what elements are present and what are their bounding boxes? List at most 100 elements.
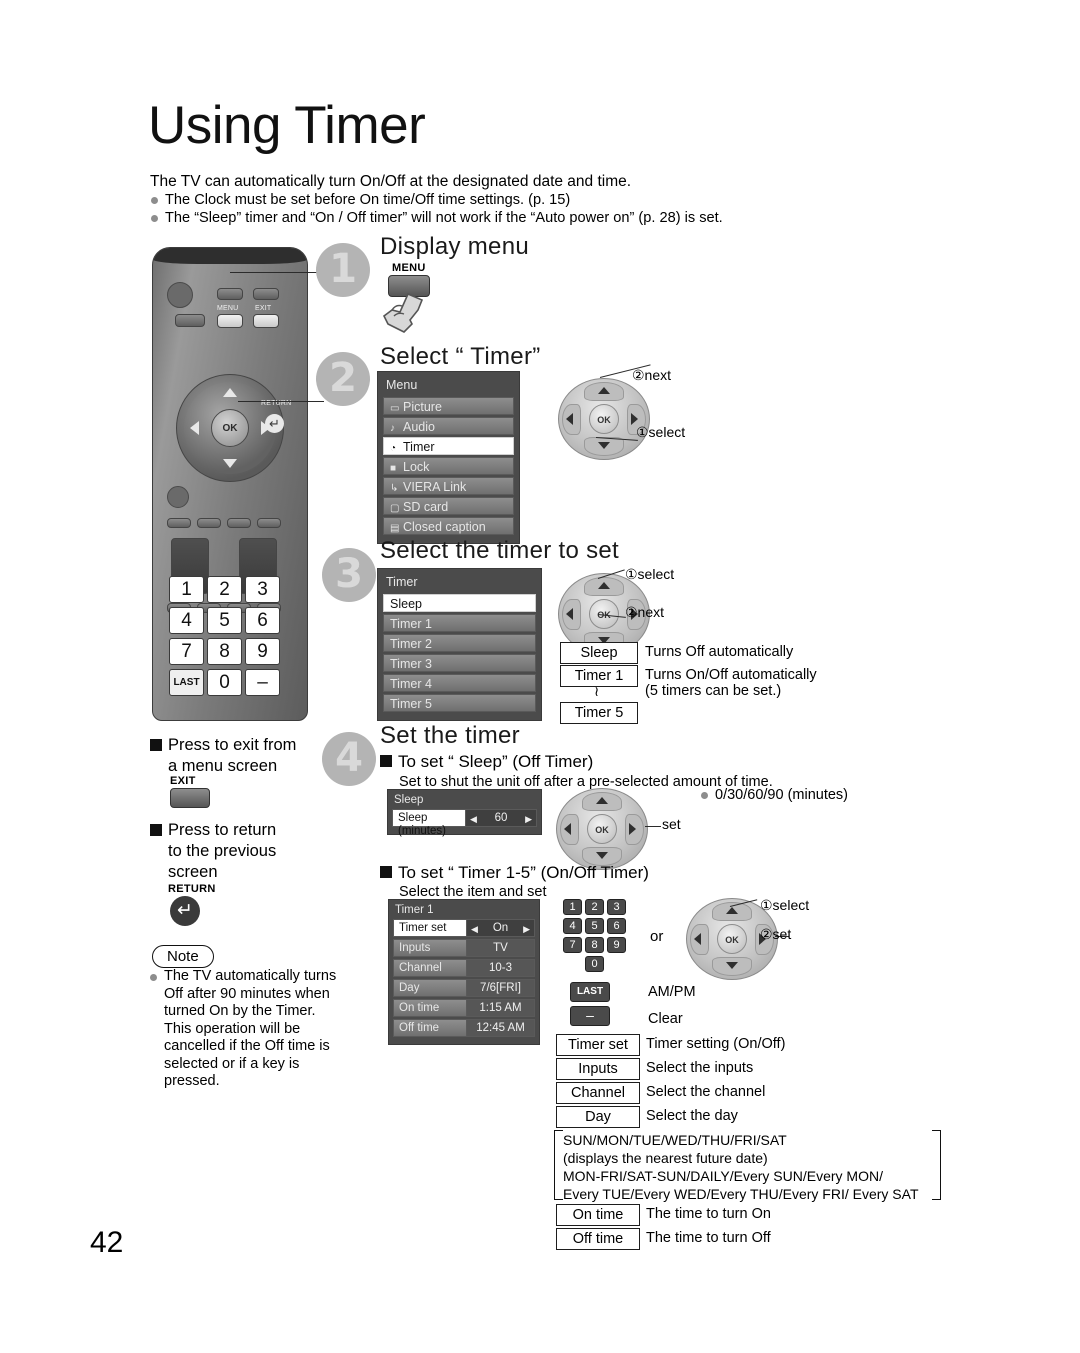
timer-clock-icon: ◔ xyxy=(390,443,397,454)
timer-item-timer-4[interactable]: Timer 4 xyxy=(383,674,536,692)
menu-item-label: Timer xyxy=(403,440,435,454)
remote-ok-button: OK xyxy=(211,409,249,447)
menu-item-label: Audio xyxy=(403,420,435,434)
return-instruction: Press to return to the previous screen xyxy=(150,820,340,883)
step1-callout-line xyxy=(230,272,325,273)
navpad-left-arrow-icon xyxy=(566,608,573,620)
or-label: or xyxy=(650,928,664,945)
step4-sub1-title: To set “ Sleep” (Off Timer) xyxy=(380,751,593,772)
mini-keypad: 1 2 3 4 5 6 7 8 9 0 xyxy=(563,899,629,975)
row-value: 7/6[FRI] xyxy=(467,979,535,997)
sleep-osd-panel: Sleep Sleep (minutes) ◀ 60 ▶ xyxy=(387,789,542,837)
row-key: Inputs xyxy=(393,939,467,957)
note-label: Note xyxy=(152,945,214,968)
menu-item-timer[interactable]: ◔ Timer xyxy=(383,437,514,455)
day-options-left-bracket xyxy=(554,1130,563,1200)
keypad-key: 1 xyxy=(169,576,204,603)
remote-menu-button xyxy=(217,314,243,328)
step-1-title: Display menu xyxy=(380,233,529,260)
mini-key: 2 xyxy=(585,899,604,915)
keypad-key: 7 xyxy=(169,638,204,665)
timer-osd-title: Timer xyxy=(386,575,418,589)
timer1-row-timer-set[interactable]: Timer set ◀ On ▶ xyxy=(393,919,535,937)
menu-item-closed-caption[interactable]: ▤ Closed caption xyxy=(383,517,514,535)
legend-desc-channel: Select the channel xyxy=(646,1084,766,1100)
return-instruction-line-3: screen xyxy=(168,863,218,881)
intro-block: The TV can automatically turn On/Off at … xyxy=(150,172,910,227)
sleep-osd-title: Sleep xyxy=(394,794,424,806)
row-value-cell[interactable]: ◀ On ▶ xyxy=(467,919,535,937)
remote-down-arrow-icon xyxy=(223,459,237,468)
legend-desc-timer-set: Timer setting (On/Off) xyxy=(646,1036,786,1052)
legend-key-day: Day xyxy=(556,1106,640,1128)
navpad-up-arrow-icon xyxy=(598,387,610,394)
left-arrow-icon: ◀ xyxy=(470,814,477,824)
remote-return-button: ↵ xyxy=(265,414,284,433)
sd-card-icon: ▢ xyxy=(390,503,400,514)
exit-instruction: Press to exit from a menu screen xyxy=(150,735,340,777)
mini-key: 5 xyxy=(585,918,604,934)
mini-keypad-row: 4 5 6 xyxy=(563,918,629,937)
intro-bullet-2: The “Sleep” timer and “On / Off timer” w… xyxy=(150,209,910,227)
remote-round-button xyxy=(167,486,189,508)
menu-item-viera-link[interactable]: ↳ VIERA Link xyxy=(383,477,514,495)
navpad-right-arrow-icon xyxy=(629,823,636,835)
row-value: 1:15 AM xyxy=(467,999,535,1017)
navpad-left-arrow-icon xyxy=(566,413,573,425)
menu-item-audio[interactable]: ♪ Audio xyxy=(383,417,514,435)
left-arrow-icon: ◀ xyxy=(471,924,478,934)
timer1-row-inputs[interactable]: Inputs TV xyxy=(393,939,535,957)
page-title: Using Timer xyxy=(148,96,426,155)
exit-key-graphic xyxy=(170,788,210,808)
step2-callout-line xyxy=(238,401,324,402)
legend-desc-day: Select the day xyxy=(646,1108,738,1124)
row-key: Day xyxy=(393,979,467,997)
sleep-minutes-value-cell[interactable]: ◀ 60 ▶ xyxy=(466,809,537,827)
picture-icon: ▭ xyxy=(390,403,400,414)
keypad-key: 6 xyxy=(245,607,280,634)
timer1-row-on-time[interactable]: On time 1:15 AM xyxy=(393,999,535,1017)
exit-instruction-line-2: a menu screen xyxy=(168,757,278,775)
navpad-down-arrow-icon xyxy=(598,442,610,449)
legend-tilde: ≀ xyxy=(594,683,600,699)
step3-select-label: ①select xyxy=(625,566,675,582)
menu-item-sd-card[interactable]: ▢ SD card xyxy=(383,497,514,515)
remote-color-button-1 xyxy=(167,518,191,528)
sleep-minutes-row[interactable]: Sleep (minutes) ◀ 60 ▶ xyxy=(392,809,537,837)
sleep-set-leader xyxy=(645,826,661,827)
timer-item-timer-2[interactable]: Timer 2 xyxy=(383,634,536,652)
step-3-title: Select the timer to set xyxy=(380,537,620,564)
return-key-caption: RETURN xyxy=(168,883,216,895)
remote-aux-button xyxy=(175,314,205,327)
mini-key: 4 xyxy=(563,918,582,934)
step-3-badge: 3 xyxy=(322,548,376,602)
remote-menu-upper-button xyxy=(217,288,243,300)
timer-item-timer-1[interactable]: Timer 1 xyxy=(383,614,536,632)
timer-item-sleep[interactable]: Sleep xyxy=(383,594,536,612)
keypad-row: 1 2 3 xyxy=(169,576,295,607)
timer1-row-channel[interactable]: Channel 10-3 xyxy=(393,959,535,977)
exit-instruction-line-1: Press to exit from xyxy=(168,736,297,754)
timer-item-timer-3[interactable]: Timer 3 xyxy=(383,654,536,672)
keypad-key: 0 xyxy=(207,669,242,696)
sleep-minutes-value: 60 xyxy=(494,812,508,824)
row-value: TV xyxy=(467,939,535,957)
timer1-row-day[interactable]: Day 7/6[FRI] xyxy=(393,979,535,997)
step4-sub2-desc: Select the item and set xyxy=(399,884,547,900)
remote-control-illustration: MENU EXIT OK RETURN ↵ 1 2 3 4 5 6 7 8 9 … xyxy=(152,247,308,721)
manual-page: Using Timer The TV can automatically tur… xyxy=(0,0,1080,1353)
row-value: 10-3 xyxy=(467,959,535,977)
navpad-left-arrow-icon xyxy=(564,823,571,835)
step2-next-label: ②next xyxy=(632,367,672,383)
menu-item-picture[interactable]: ▭ Picture xyxy=(383,397,514,415)
menu-item-label: SD card xyxy=(403,500,449,514)
navpad-sleep: OK xyxy=(556,788,648,870)
step2-select-label: ①select xyxy=(636,424,686,440)
timer1-row-off-time[interactable]: Off time 12:45 AM xyxy=(393,1019,535,1037)
menu-key-caption: MENU xyxy=(392,262,426,274)
timer-item-timer-5[interactable]: Timer 5 xyxy=(383,694,536,712)
keypad-key: 8 xyxy=(207,638,242,665)
menu-item-lock[interactable]: ■ Lock xyxy=(383,457,514,475)
day-option-line-1: SUN/MON/TUE/WED/THU/FRI/SAT xyxy=(563,1132,787,1148)
lock-icon: ■ xyxy=(390,463,397,474)
